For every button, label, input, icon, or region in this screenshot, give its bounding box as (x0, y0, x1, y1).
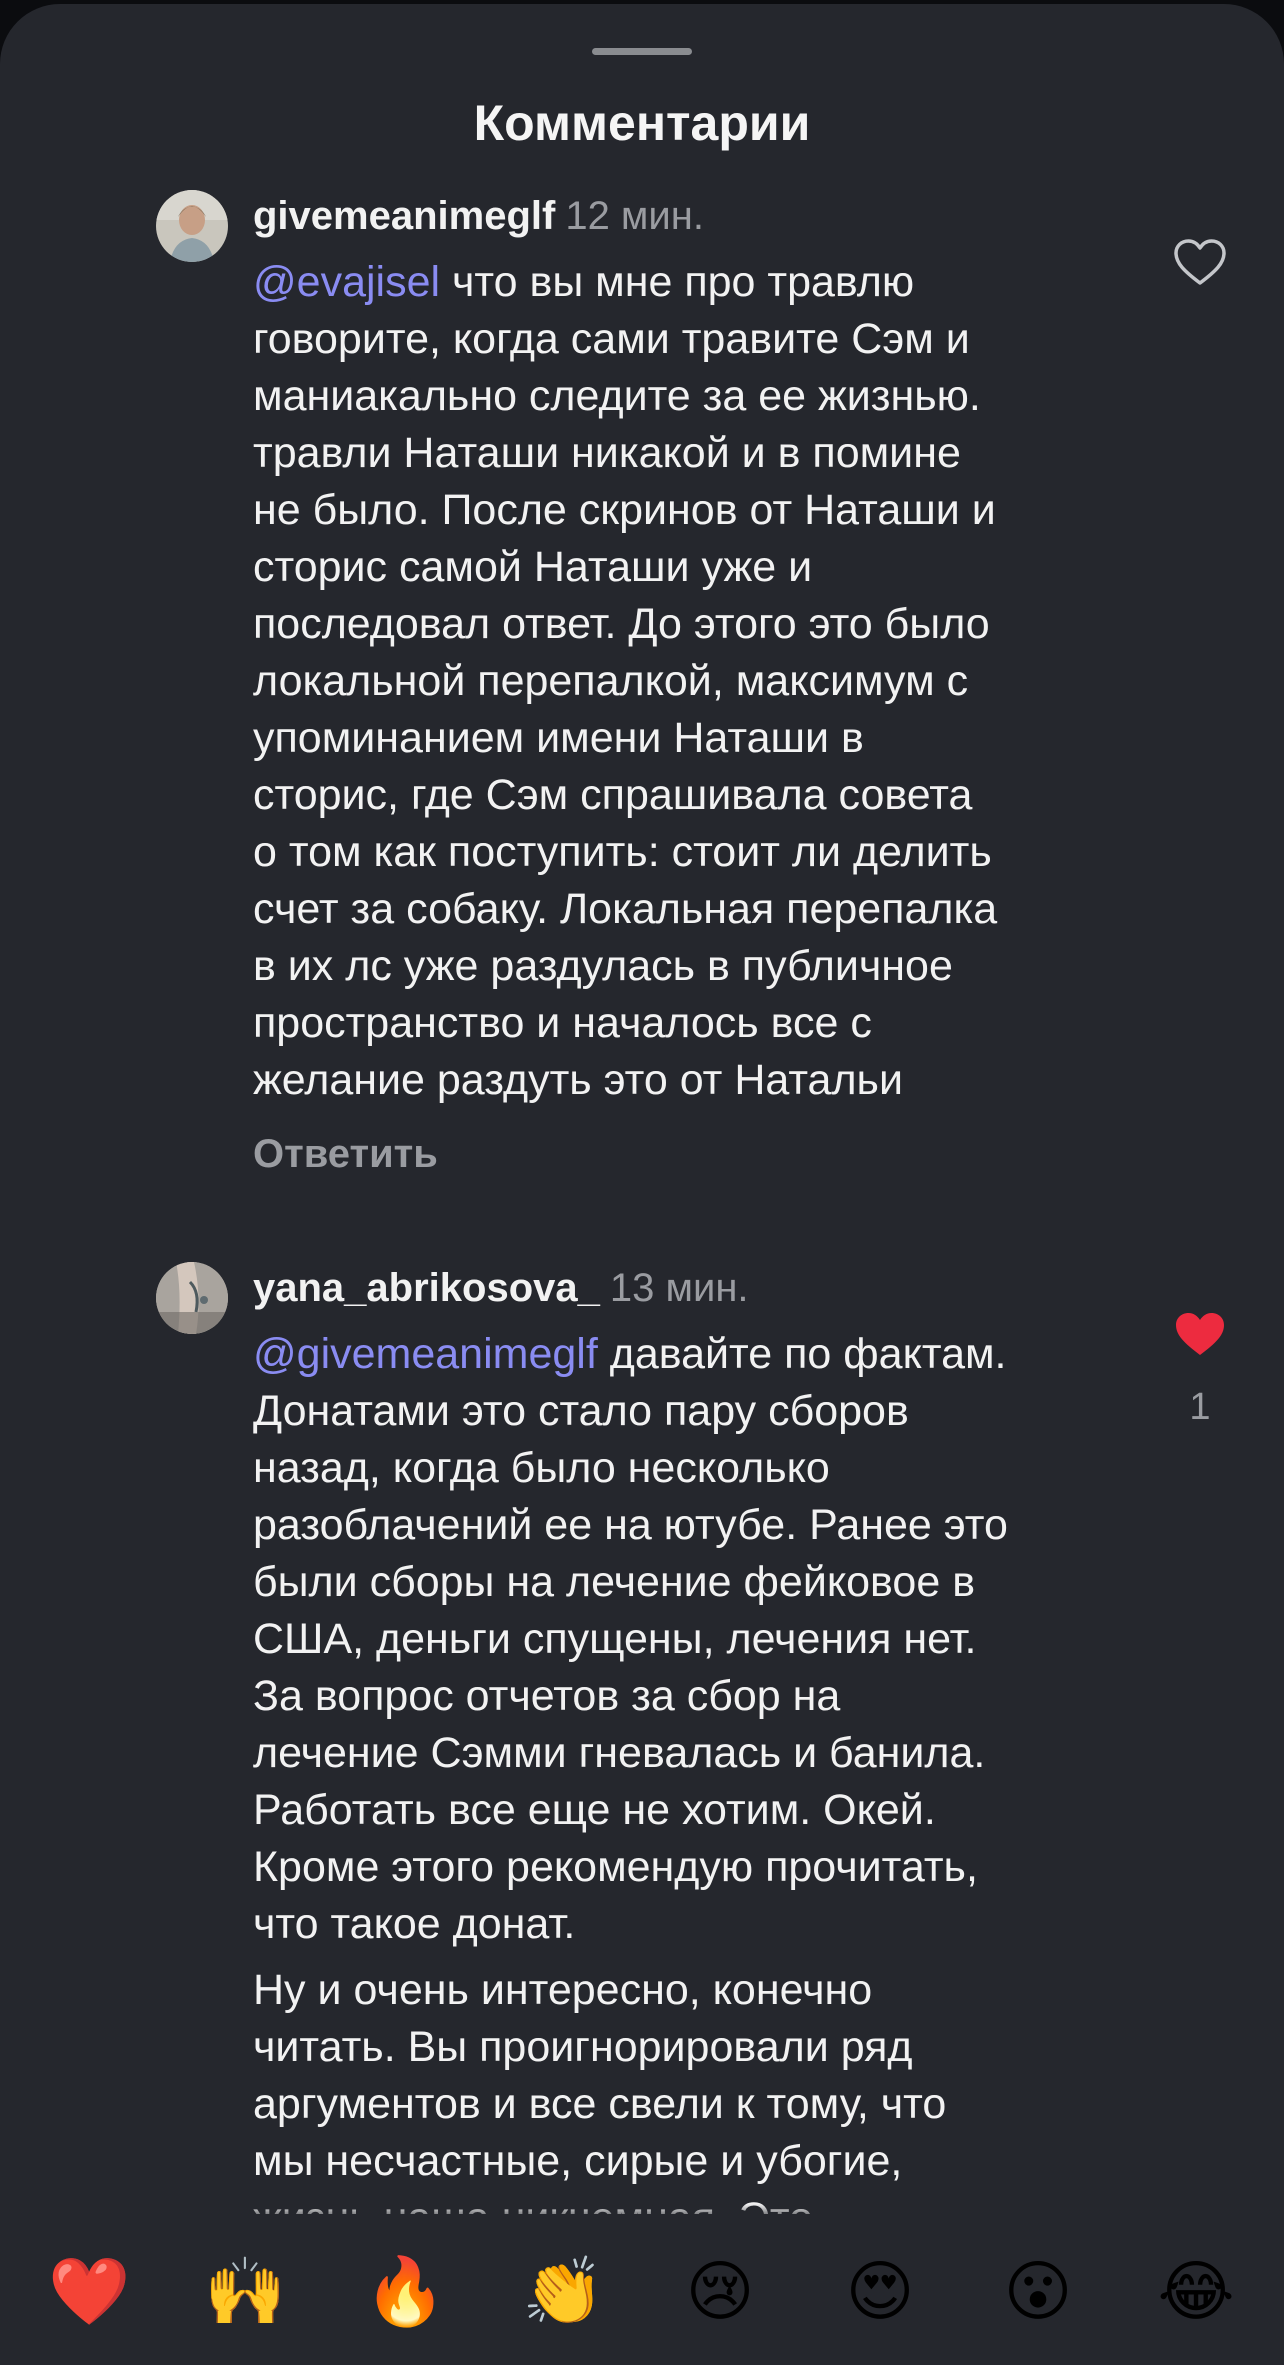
comment-header: givemeanimeglf 12 мин. (253, 188, 704, 244)
timestamp: 13 мин. (609, 1266, 749, 1310)
heart-filled-icon[interactable] (1172, 1308, 1228, 1360)
fire-icon[interactable]: 🔥 (364, 2252, 446, 2332)
mention-link[interactable]: @evajisel (253, 258, 440, 306)
avatar[interactable] (156, 1262, 228, 1334)
sheet-title: Комментарии (473, 95, 811, 151)
clapping-hands-icon[interactable]: 👏 (522, 2252, 604, 2332)
username[interactable]: givemeanimeglf (253, 194, 555, 238)
heart-outline-icon[interactable] (1172, 236, 1228, 288)
red-heart-icon[interactable]: ❤️ (48, 2252, 130, 2332)
like-count[interactable]: 1 (1172, 1382, 1228, 1432)
surprised-face-icon[interactable]: 😮 (998, 2252, 1078, 2332)
reply-button[interactable]: Ответить (253, 1126, 438, 1182)
comment-text-content: что вы мне про травлю говорите, когда са… (253, 258, 998, 1104)
crying-face-icon[interactable]: 😢 (680, 2252, 760, 2332)
tears-of-joy-face-icon[interactable]: 😂 (1156, 2252, 1236, 2332)
mention-link[interactable]: @givemeanimeglf (253, 1330, 598, 1378)
heart-eyes-face-icon[interactable]: 😍 (840, 2252, 920, 2332)
comment-text: @givemeanimeglf давайте по фактам. Донат… (253, 1326, 1123, 1953)
timestamp: 12 мин. (565, 194, 704, 238)
comments-sheet: Комментарии givemeanimeglf 12 мин. @evaji… (0, 4, 1284, 2365)
sheet-grabber[interactable] (592, 48, 692, 55)
comment-header: yana_abrikosova_ 13 мин. (253, 1260, 749, 1316)
emoji-reaction-bar: ❤️ 🙌 🔥 👏 😢 😍 😮 😂 (0, 2214, 1284, 2365)
raising-hands-icon[interactable]: 🙌 (204, 2252, 286, 2332)
username[interactable]: yana_abrikosova_ (253, 1266, 600, 1310)
comment-text: @evajisel что вы мне про травлю говорите… (253, 254, 1123, 1109)
avatar[interactable] (156, 190, 228, 262)
comment-text-content: давайте по фактам. Донатами это стало па… (253, 1330, 1008, 1948)
